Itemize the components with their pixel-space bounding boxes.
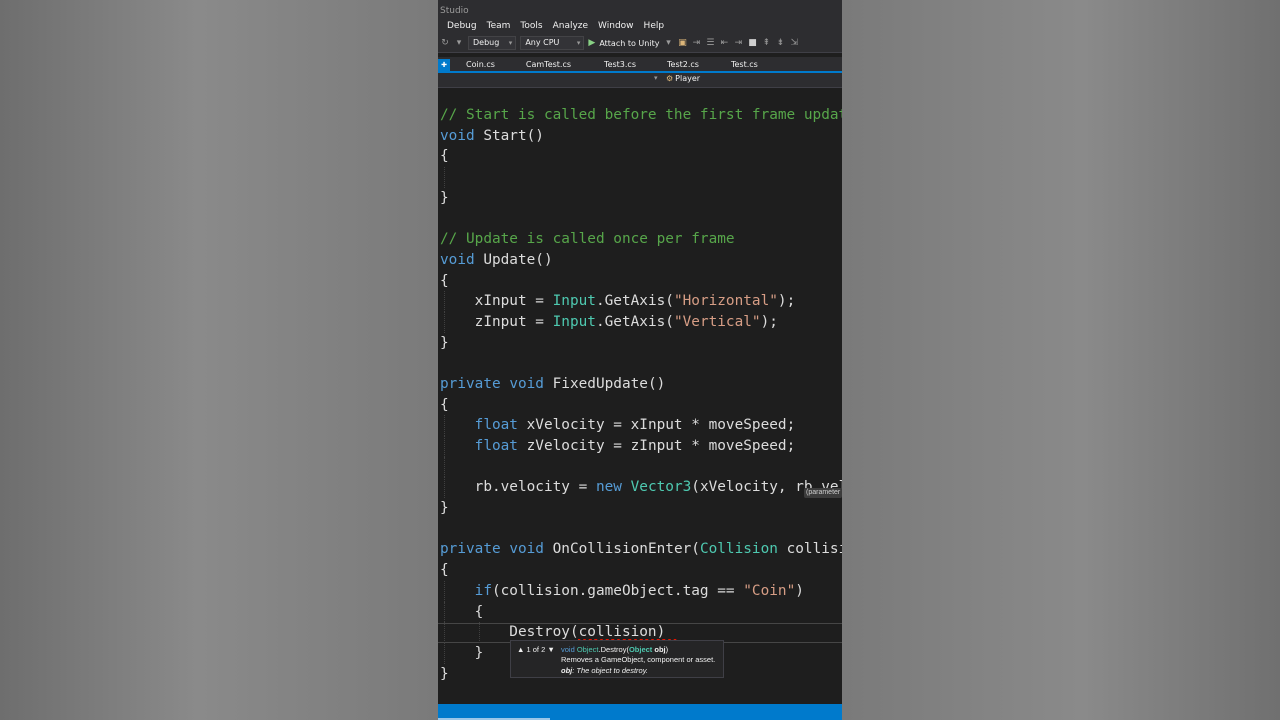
code-line: { <box>440 562 449 579</box>
indent-icon[interactable]: ⇤ <box>719 38 729 48</box>
attach-to-unity-button[interactable]: Attach to Unity <box>599 39 659 48</box>
bookmark-next-icon[interactable]: ⇟ <box>775 38 785 48</box>
code-line: float zVelocity = zInput * moveSpeed; <box>438 436 842 457</box>
code-line: xInput = Input.GetAxis("Horizontal"); <box>438 291 842 312</box>
breakpoint-list-icon[interactable]: ☰ <box>705 38 715 48</box>
outdent-icon[interactable]: ⇥ <box>733 38 743 48</box>
code-editor[interactable]: // Start is called before the first fram… <box>438 105 842 684</box>
redo-icon[interactable]: ↻ <box>440 38 450 48</box>
step-icon[interactable]: ⇥ <box>691 38 701 48</box>
menu-team[interactable]: Team <box>487 21 511 31</box>
code-line <box>438 167 842 188</box>
code-line: { <box>440 396 449 413</box>
platform-select[interactable]: Any CPU <box>520 36 585 50</box>
dropdown-arrow-icon[interactable]: ▾ <box>454 38 464 48</box>
signature-help-tooltip: ▲ 1 of 2 ▼ void Object.Destroy(Object ob… <box>510 640 724 678</box>
toolbar: ↻ ▾ Debug Any CPU ▶ Attach to Unity ▾ ▣ … <box>438 34 842 53</box>
menu-tools[interactable]: Tools <box>520 21 542 31</box>
menu-help[interactable]: Help <box>644 21 665 31</box>
menu-bar: Debug Team Tools Analyze Window Help <box>438 18 842 34</box>
overload-navigator[interactable]: ▲ 1 of 2 ▼ <box>517 645 555 654</box>
solution-config-select[interactable]: Debug <box>468 36 517 50</box>
menu-window[interactable]: Window <box>598 21 634 31</box>
code-line: } <box>440 334 449 351</box>
tab-camtest[interactable]: CamTest.cs <box>526 59 571 71</box>
bookmark-prev-icon[interactable]: ⇞ <box>761 38 771 48</box>
chevron-down-icon[interactable]: ▾ <box>654 74 658 82</box>
status-bar <box>438 704 842 720</box>
code-line: private void OnCollisionEnter(Collision … <box>440 541 842 558</box>
tab-coin[interactable]: Coin.cs <box>466 59 495 71</box>
menu-debug[interactable]: Debug <box>447 21 477 31</box>
method-signature: void Object.Destroy(Object obj) <box>561 645 669 654</box>
window-title: Studio <box>438 0 842 18</box>
play-icon[interactable]: ▶ <box>588 38 595 48</box>
bookmark-clear-icon[interactable]: ⇲ <box>789 38 799 48</box>
parameter-hint: (parameter <box>804 488 842 498</box>
parameter-description: obj: The object to destroy. <box>561 666 648 675</box>
code-line: { <box>440 272 449 289</box>
code-line: { <box>440 148 449 165</box>
class-icon: ⚙ <box>666 74 674 83</box>
code-line: // Update is called once per frame <box>440 231 735 248</box>
code-line: private void FixedUpdate() <box>440 375 666 392</box>
visual-studio-window: Studio Debug Team Tools Analyze Window H… <box>438 0 842 720</box>
bookmark-icon[interactable]: ■ <box>747 38 757 48</box>
pin-icon[interactable]: ✚ <box>438 59 450 71</box>
background-right <box>842 0 1280 720</box>
debug-tools-icon[interactable]: ▣ <box>677 38 687 48</box>
code-line: { <box>438 601 842 623</box>
code-line: } <box>440 500 449 517</box>
code-line: if(collision.gameObject.tag == "Coin") <box>438 580 842 602</box>
tab-test3[interactable]: Test3.cs <box>604 59 636 71</box>
code-line: // Start is called before the first fram… <box>440 107 842 123</box>
code-line: zInput = Input.GetAxis("Vertical"); <box>438 311 842 333</box>
tab-test[interactable]: Test.cs <box>731 59 758 71</box>
code-line: void Start() <box>440 127 544 144</box>
background-left <box>0 0 438 720</box>
tab-test2[interactable]: Test2.cs <box>667 59 699 71</box>
dropdown-arrow-icon[interactable]: ▾ <box>663 38 673 48</box>
method-description: Removes a GameObject, component or asset… <box>561 655 716 664</box>
member-label: Player <box>675 74 701 83</box>
document-tabs: ✚ Coin.cs CamTest.cs Test3.cs Test2.cs T… <box>438 57 842 73</box>
code-line: rb.velocity = new Vector3(xVelocity, rb.… <box>438 477 842 499</box>
navigation-bar: ▾ ⚙ Player <box>438 73 842 88</box>
code-line <box>438 456 842 478</box>
code-line: } <box>440 189 449 206</box>
code-line: void Update() <box>440 251 553 268</box>
member-dropdown[interactable]: ⚙ Player <box>666 74 700 83</box>
code-line: float xVelocity = xInput * moveSpeed; <box>438 415 842 436</box>
menu-analyze[interactable]: Analyze <box>553 21 588 31</box>
